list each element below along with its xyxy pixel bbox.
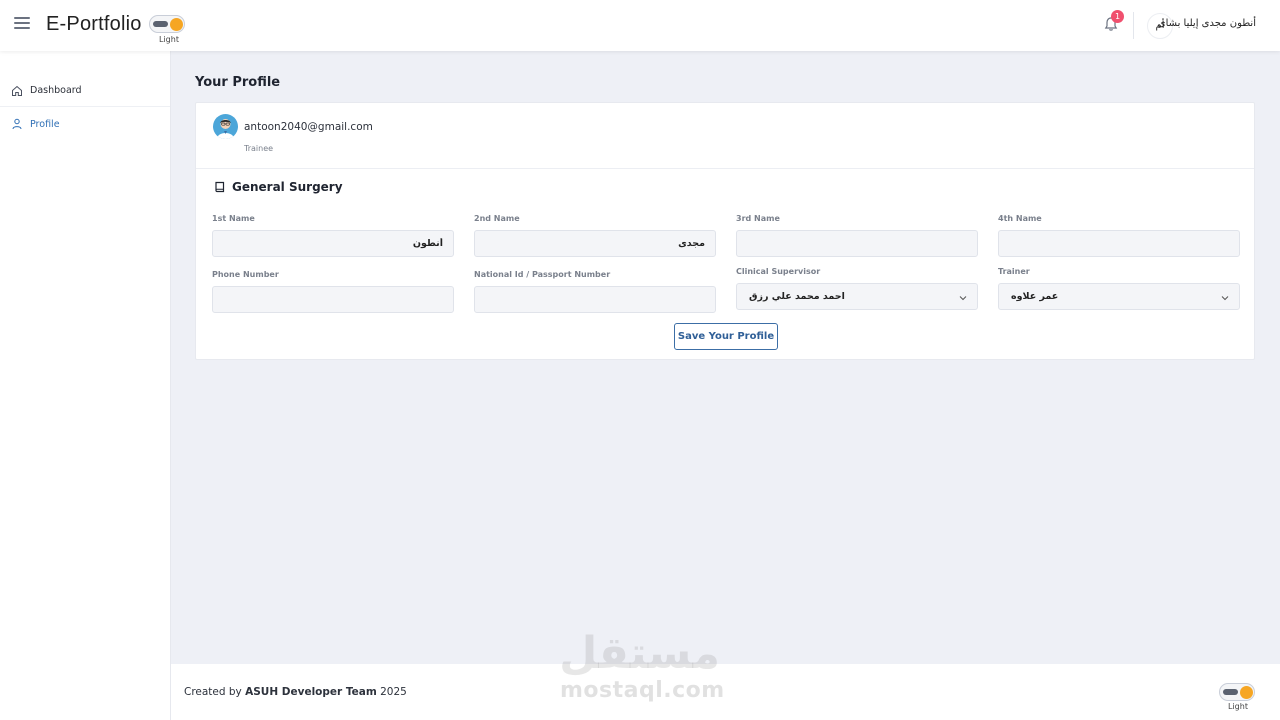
profile-role: Trainee [244, 144, 274, 153]
third-name-label: 3rd Name [736, 214, 780, 223]
fourth-name-label: 4th Name [998, 214, 1042, 223]
clinical-supervisor-label: Clinical Supervisor [736, 267, 821, 276]
home-icon [12, 85, 22, 96]
avatar-illustration-icon [217, 119, 234, 139]
footer: Created by ASUH Developer Team 2025 Ligh… [171, 664, 1280, 720]
first-name-input[interactable] [212, 230, 454, 257]
chevron-down-icon [1221, 296, 1229, 301]
cloud-icon [153, 21, 168, 27]
footer-theme-toggle-label: Light [1228, 702, 1248, 711]
theme-toggle[interactable] [149, 15, 185, 33]
notification-badge[interactable]: 1 [1111, 10, 1124, 23]
sun-icon [170, 18, 183, 31]
top-header: E-Portfolio Light 1 أم أنطون مجدى إيليا … [0, 0, 1280, 51]
cloud-icon [1223, 689, 1238, 695]
footer-year: 2025 [376, 686, 407, 698]
section-title: General Surgery [214, 180, 343, 194]
fourth-name-input[interactable] [998, 230, 1240, 257]
profile-card: antoon2040@gmail.com Trainee General Sur… [195, 102, 1255, 360]
footer-theme-toggle[interactable] [1219, 683, 1255, 701]
national-id-input[interactable] [474, 286, 716, 313]
user-name[interactable]: أنطون مجدى إيليا بشاى [1158, 18, 1256, 29]
profile-avatar [213, 114, 238, 139]
trainer-value: عمر علاوه [1011, 291, 1059, 302]
first-name-label: 1st Name [212, 214, 255, 223]
sidebar-item-label: Dashboard [30, 85, 82, 96]
save-profile-button[interactable]: Save Your Profile [674, 323, 778, 350]
profile-email: antoon2040@gmail.com [244, 121, 373, 133]
footer-credit: Created by ASUH Developer Team 2025 [184, 686, 407, 698]
sidebar-item-profile[interactable]: Profile [0, 108, 170, 140]
phone-label: Phone Number [212, 270, 279, 279]
sidebar-item-dashboard[interactable]: Dashboard [0, 75, 170, 107]
header-divider [1133, 12, 1134, 39]
sun-icon [1240, 686, 1253, 699]
theme-toggle-label: Light [159, 35, 179, 44]
app-title: E-Portfolio [46, 13, 142, 35]
national-id-label: National Id / Passport Number [474, 270, 611, 279]
section-title-text: General Surgery [232, 180, 343, 194]
hamburger-menu-icon[interactable] [14, 17, 30, 33]
sidebar: Dashboard Profile [0, 51, 171, 720]
clinical-supervisor-select[interactable]: احمد محمد علي رزق [736, 283, 978, 310]
trainer-select[interactable]: عمر علاوه [998, 283, 1240, 310]
footer-team-name: ASUH Developer Team [245, 686, 377, 698]
page-title: Your Profile [195, 75, 281, 90]
profile-summary: antoon2040@gmail.com Trainee [196, 103, 1254, 169]
phone-input[interactable] [212, 286, 454, 313]
trainer-label: Trainer [998, 267, 1030, 276]
sidebar-item-label: Profile [30, 118, 60, 130]
second-name-input[interactable] [474, 230, 716, 257]
second-name-label: 2nd Name [474, 214, 520, 223]
third-name-input[interactable] [736, 230, 978, 257]
chevron-down-icon [959, 296, 967, 301]
user-icon [12, 118, 22, 130]
footer-credit-prefix: Created by [184, 686, 246, 698]
clinical-supervisor-value: احمد محمد علي رزق [749, 291, 845, 302]
book-icon [215, 181, 225, 193]
